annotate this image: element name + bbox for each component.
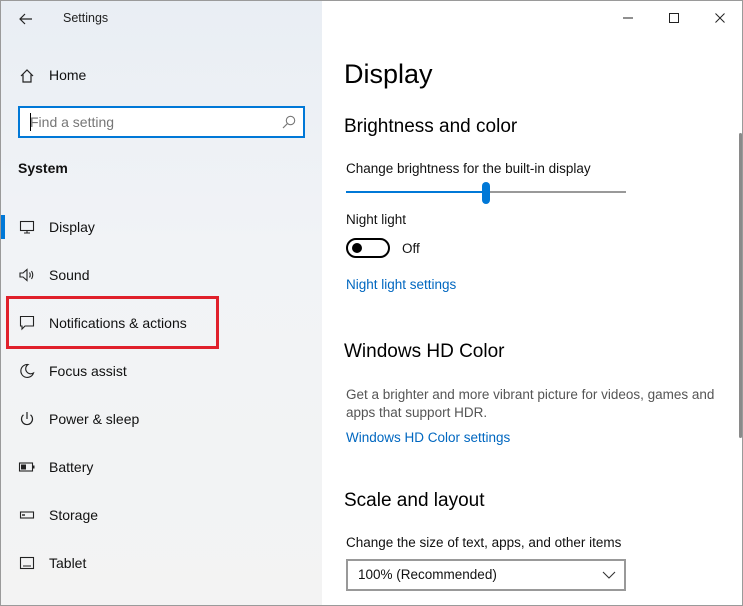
sidebar-item-storage[interactable]: Storage <box>1 491 322 539</box>
scale-heading: Scale and layout <box>344 490 485 511</box>
hd-color-description: Get a brighter and more vibrant picture … <box>346 387 715 420</box>
search-box[interactable] <box>18 106 305 138</box>
title-bar: Settings <box>1 1 322 37</box>
sidebar-item-label: Tablet <box>49 555 87 571</box>
hd-color-settings-link[interactable]: Windows HD Color settings <box>346 430 510 445</box>
scale-label: Change the size of text, apps, and other… <box>346 535 622 550</box>
section-title: System <box>18 160 68 176</box>
speaker-icon <box>18 266 36 284</box>
brightness-slider-label: Change brightness for the built-in displ… <box>346 161 591 176</box>
night-light-settings-link[interactable]: Night light settings <box>346 277 456 292</box>
home-icon <box>18 67 36 85</box>
main-content: Display Brightness and color Change brig… <box>322 1 742 605</box>
sidebar-item-label: Sound <box>49 267 90 283</box>
night-light-label: Night light <box>346 212 407 227</box>
battery-icon <box>18 458 36 476</box>
highlight-annotation-box <box>6 296 219 349</box>
sidebar-item-focus-assist[interactable]: Focus assist <box>1 347 322 395</box>
page-title: Display <box>344 59 433 89</box>
sidebar-item-label: Display <box>49 219 95 235</box>
toggle-knob <box>352 243 362 253</box>
scale-dropdown[interactable]: 100% (Recommended) <box>346 559 626 591</box>
sidebar-item-display[interactable]: Display <box>1 203 322 251</box>
storage-icon <box>18 506 36 524</box>
power-icon <box>18 410 36 428</box>
sidebar-item-label: Battery <box>49 459 94 475</box>
slider-thumb[interactable] <box>482 182 490 204</box>
sidebar-item-power-sleep[interactable]: Power & sleep <box>1 395 322 443</box>
home-label: Home <box>49 67 87 83</box>
night-light-toggle[interactable] <box>346 238 390 258</box>
chevron-down-icon <box>602 571 616 579</box>
night-light-state: Off <box>402 241 420 256</box>
back-button[interactable] <box>13 7 39 31</box>
scale-selected-value: 100% (Recommended) <box>358 567 497 582</box>
moon-icon <box>18 362 36 380</box>
sidebar-item-label: Focus assist <box>49 363 127 379</box>
brightness-slider[interactable] <box>346 181 626 205</box>
search-icon[interactable] <box>281 114 297 130</box>
monitor-icon <box>18 218 36 236</box>
slider-fill <box>346 191 486 193</box>
sidebar-item-battery[interactable]: Battery <box>1 443 322 491</box>
close-icon <box>715 13 725 23</box>
close-button[interactable] <box>697 1 742 35</box>
maximize-button[interactable] <box>651 1 697 35</box>
scrollbar-thumb[interactable] <box>739 133 742 438</box>
minimize-icon <box>623 17 633 19</box>
settings-window: Settings Home System Di <box>0 0 743 606</box>
sidebar-item-label: Storage <box>49 507 99 523</box>
minimize-button[interactable] <box>605 1 651 35</box>
sidebar-item-label: Power & sleep <box>49 411 140 427</box>
scrollbar[interactable] <box>738 37 742 605</box>
sidebar: Settings Home System Di <box>1 1 322 605</box>
sidebar-item-sound[interactable]: Sound <box>1 251 322 299</box>
search-input[interactable] <box>30 111 270 133</box>
nav-home[interactable]: Home <box>1 61 322 91</box>
maximize-icon <box>669 13 679 23</box>
nav-list: Display Sound Notifications & actions Fo… <box>1 203 322 587</box>
back-arrow-icon <box>19 13 32 25</box>
app-title: Settings <box>63 11 109 25</box>
sidebar-item-tablet[interactable]: Tablet <box>1 539 322 587</box>
hd-color-heading: Windows HD Color <box>344 341 505 362</box>
brightness-heading: Brightness and color <box>344 116 518 137</box>
tablet-icon <box>18 554 36 572</box>
